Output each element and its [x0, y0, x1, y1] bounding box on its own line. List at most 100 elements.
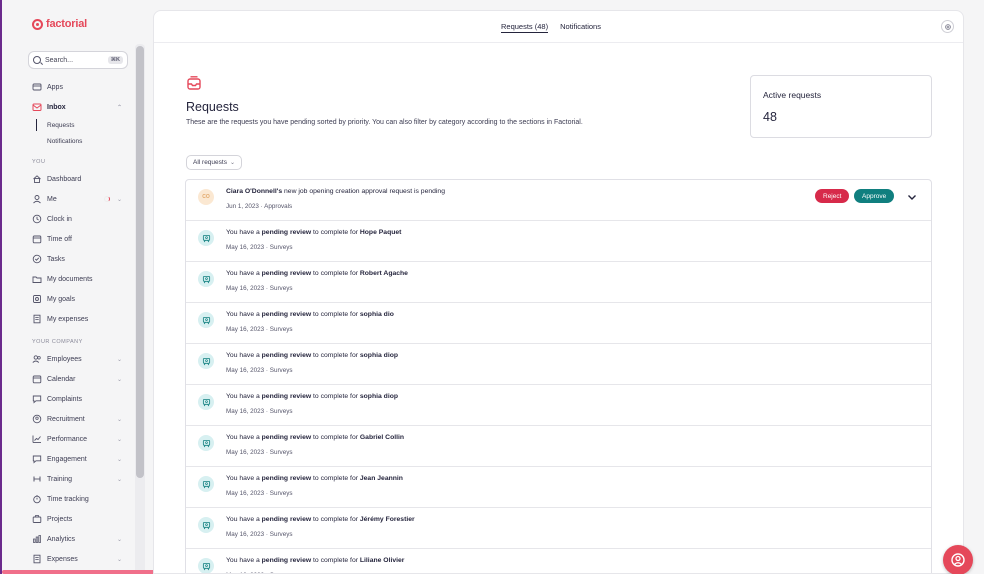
review-person: Gabriel Collin	[359, 434, 405, 441]
request-meta: May 16, 2023 · Surveys	[226, 244, 293, 251]
sidebar-item-engagement[interactable]: Engagement ⌄	[28, 449, 128, 469]
request-meta: May 16, 2023 · Surveys	[226, 326, 293, 333]
page-description: These are the requests you have pending …	[186, 119, 583, 126]
sidebar-item-label: My goals	[47, 295, 76, 303]
chevron-down-icon[interactable]	[906, 191, 918, 203]
review-prefix: You have a	[226, 352, 262, 359]
chevron-down-icon: ⌄	[116, 376, 122, 383]
factorial-logo[interactable]: factorial	[32, 18, 87, 30]
request-row[interactable]: You have a pending review to complete fo…	[186, 385, 931, 426]
filter-dropdown[interactable]: All requests ⌄	[186, 155, 242, 170]
review-mid: to complete for	[311, 311, 360, 318]
sidebar-item-time-off[interactable]: Time off	[28, 229, 128, 249]
sidebar-item-projects[interactable]: Projects	[28, 509, 128, 529]
factorial-logo-icon	[32, 18, 43, 30]
sidebar-item-recruitment[interactable]: Recruitment ⌄	[28, 409, 128, 429]
request-row[interactable]: You have a pending review to complete fo…	[186, 426, 931, 467]
main-panel: Requests (48) Notifications Requests The…	[153, 10, 964, 574]
stopwatch-icon	[32, 494, 42, 504]
sidebar-item-time-tracking[interactable]: Time tracking	[28, 489, 128, 509]
sidebar-subitem-requests[interactable]: Requests	[28, 117, 128, 133]
request-row[interactable]: CO Ciara O'Donnell's new job opening cre…	[186, 180, 931, 221]
review-mid: to complete for	[311, 229, 360, 236]
request-text: Ciara O'Donnell's new job opening creati…	[226, 188, 445, 195]
review-mid: to complete for	[311, 393, 360, 400]
sidebar-item-my-goals[interactable]: My goals	[28, 289, 128, 309]
chevron-down-icon: ⌄	[229, 160, 235, 166]
chevron-up-icon: ⌃	[116, 104, 122, 111]
filter-label: All requests	[193, 159, 227, 166]
settings-button[interactable]	[941, 20, 954, 33]
active-requests-count: 48	[763, 110, 777, 124]
sidebar-item-clock-in[interactable]: Clock in	[28, 209, 128, 229]
sidebar-item-training[interactable]: Training ⌄	[28, 469, 128, 489]
review-prefix: You have a	[226, 270, 262, 277]
heart-chat-icon	[32, 454, 42, 464]
review-highlight: pending review	[261, 516, 312, 523]
sidebar-item-label: Clock in	[47, 215, 72, 223]
request-meta: May 16, 2023 · Surveys	[226, 285, 293, 292]
profile-progress-icon	[104, 196, 110, 202]
chevron-down-icon: ⌄	[116, 416, 122, 423]
request-row[interactable]: You have a pending review to complete fo…	[186, 467, 931, 508]
request-row[interactable]: You have a pending review to complete fo…	[186, 303, 931, 344]
chat-icon	[32, 394, 42, 404]
request-text: You have a pending review to complete fo…	[226, 311, 394, 318]
approve-button[interactable]: Approve	[854, 189, 895, 203]
chart-icon	[32, 434, 42, 444]
sidebar-item-inbox[interactable]: Inbox ⌃	[28, 97, 128, 117]
search-shortcut: ⌘K	[107, 56, 123, 64]
sidebar-item-calendar[interactable]: Calendar ⌄	[28, 369, 128, 389]
help-chat-button[interactable]	[943, 545, 973, 574]
survey-icon	[198, 558, 214, 573]
sidebar-subitem-notifications[interactable]: Notifications	[28, 133, 128, 149]
review-prefix: You have a	[226, 516, 262, 523]
sidebar-item-complaints[interactable]: Complaints	[28, 389, 128, 409]
sidebar-item-analytics[interactable]: Analytics ⌄	[28, 529, 128, 549]
review-prefix: You have a	[226, 393, 262, 400]
request-row[interactable]: You have a pending review to complete fo…	[186, 221, 931, 262]
sidebar-item-tasks[interactable]: Tasks	[28, 249, 128, 269]
tab-requests[interactable]: Requests (48)	[501, 22, 549, 33]
sidebar-item-label: Training	[47, 475, 73, 483]
sidebar-item-label: Me	[47, 195, 57, 203]
review-person: Jean Jeannin	[359, 475, 403, 482]
review-prefix: You have a	[226, 434, 262, 441]
request-row[interactable]: You have a pending review to complete fo…	[186, 344, 931, 385]
review-prefix: You have a	[226, 557, 262, 564]
request-text: You have a pending review to complete fo…	[226, 557, 404, 564]
request-meta: May 16, 2023 · Surveys	[226, 449, 293, 456]
review-person: Robert Agache	[359, 270, 408, 277]
review-person: Hope Paquet	[359, 229, 402, 236]
sidebar-item-label: Dashboard	[47, 175, 82, 183]
review-highlight: pending review	[261, 393, 312, 400]
chevron-down-icon: ⌄	[116, 536, 122, 543]
sidebar-item-label: Expenses	[47, 555, 78, 563]
sidebar-item-dashboard[interactable]: Dashboard	[28, 169, 128, 189]
sidebar-item-expenses[interactable]: Expenses ⌄	[28, 549, 128, 569]
reject-button[interactable]: Reject	[815, 189, 850, 203]
topbar: Requests (48) Notifications	[154, 11, 963, 43]
review-person: sophia diop	[359, 352, 399, 359]
sidebar-item-my-documents[interactable]: My documents	[28, 269, 128, 289]
search-input[interactable]: Search... ⌘K	[28, 51, 128, 69]
sidebar-item-label: My documents	[47, 275, 93, 283]
sidebar-item-label: Apps	[47, 83, 63, 91]
survey-icon	[198, 435, 214, 451]
sidebar-item-apps[interactable]: Apps	[28, 77, 128, 97]
sidebar-item-label: Engagement	[47, 455, 87, 463]
chevron-down-icon: ⌄	[116, 556, 122, 563]
review-highlight: pending review	[261, 557, 312, 564]
tab-notifications[interactable]: Notifications	[560, 22, 601, 33]
request-row[interactable]: You have a pending review to complete fo…	[186, 549, 931, 573]
avatar: CO	[198, 189, 214, 205]
sidebar-item-me[interactable]: Me ⌄	[28, 189, 128, 209]
sidebar-scrollbar-thumb[interactable]	[136, 46, 144, 478]
request-row[interactable]: You have a pending review to complete fo…	[186, 508, 931, 549]
request-description: new job opening creation approval reques…	[282, 188, 445, 195]
sidebar-item-performance[interactable]: Performance ⌄	[28, 429, 128, 449]
review-highlight: pending review	[261, 311, 312, 318]
sidebar-item-employees[interactable]: Employees ⌄	[28, 349, 128, 369]
request-row[interactable]: You have a pending review to complete fo…	[186, 262, 931, 303]
sidebar-item-my-expenses[interactable]: My expenses	[28, 309, 128, 329]
